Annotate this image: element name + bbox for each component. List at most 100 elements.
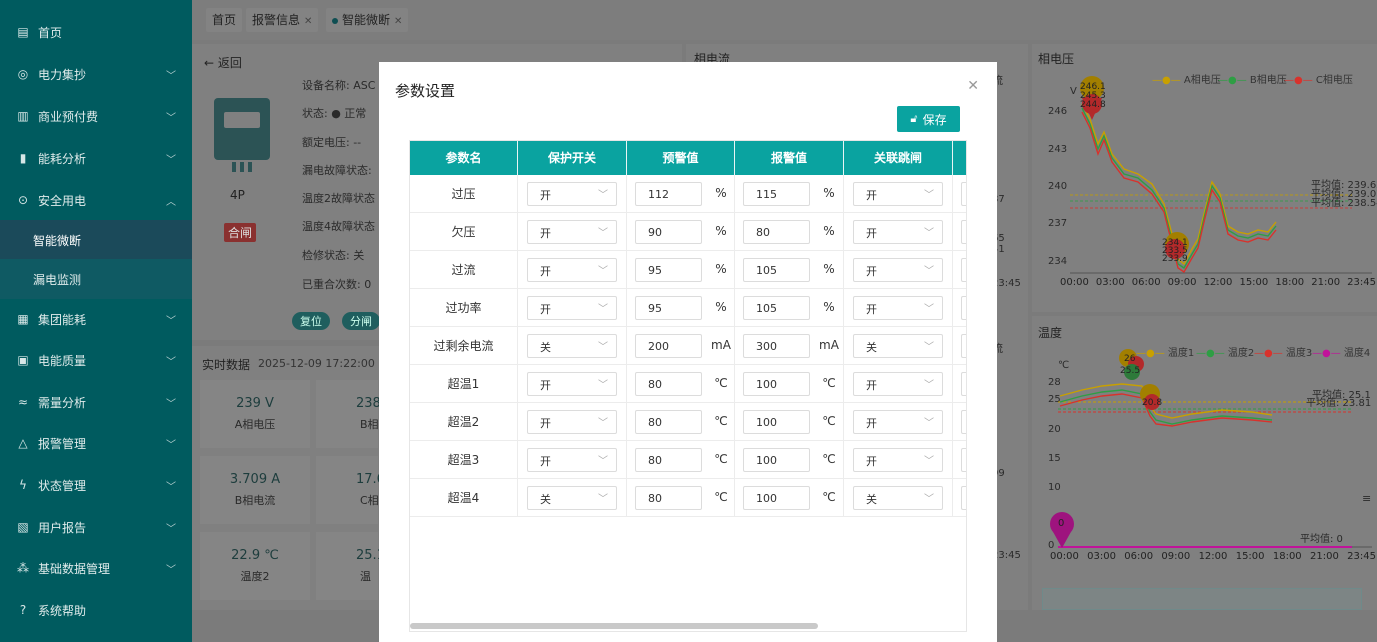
warn-value-input[interactable]: 200: [635, 334, 702, 358]
alarm-unit: mA: [819, 338, 839, 352]
linked-trip-select[interactable]: 开 ﹀: [853, 182, 943, 206]
sidebar-subitem-leakage[interactable]: 漏电监测: [0, 259, 192, 299]
horizontal-scrollbar[interactable]: [410, 623, 818, 629]
protect-switch-select[interactable]: 开 ﹀: [527, 182, 617, 206]
sidebar-item-home[interactable]: ▤ 首页: [0, 12, 192, 52]
sidebar-item-help[interactable]: ? 系统帮助: [0, 590, 192, 630]
alarm-value-input[interactable]: 105: [743, 296, 810, 320]
sidebar-item-label: 安全用电: [38, 193, 87, 208]
card-c-current: 17.6 C相: [316, 456, 385, 524]
screen-icon: ▣: [17, 353, 29, 367]
linked-trip-select[interactable]: 关 ﹀: [853, 334, 943, 358]
warn-value-input[interactable]: 80: [635, 486, 702, 510]
back-link[interactable]: ← 返回: [204, 54, 242, 71]
menu-icon[interactable]: ≡: [1362, 492, 1371, 505]
cut-off-column-control[interactable]: [961, 220, 966, 244]
warn-value-input[interactable]: 80: [635, 372, 702, 396]
linked-trip-select[interactable]: 开 ﹀: [853, 372, 943, 396]
sidebar-item-group-energy[interactable]: ▦ 集团能耗 ﹀: [0, 299, 192, 339]
close-icon[interactable]: ✕: [394, 16, 402, 27]
warn-value-input[interactable]: 90: [635, 220, 702, 244]
sidebar-item-status[interactable]: ϟ 状态管理 ﹀: [0, 465, 192, 505]
param-table: 参数名 保护开关 预警值 报警值 关联跳闸 过压开 ﹀ 112% 115% 开 ﹀ 欠压开 ﹀…: [409, 140, 967, 632]
warn-value-input[interactable]: 80: [635, 448, 702, 472]
warn-unit: %: [715, 224, 727, 238]
cut-off-column-control[interactable]: [961, 448, 966, 472]
sidebar-item-alarm[interactable]: △ 报警管理 ﹀: [0, 423, 192, 463]
help-icon: ?: [19, 603, 27, 617]
sidebar-item-prepaid[interactable]: ▥ 商业预付费 ﹀: [0, 96, 192, 136]
cut-off-column-control[interactable]: [961, 334, 966, 358]
protect-switch-select[interactable]: 关 ﹀: [527, 334, 617, 358]
tab-alarm-info[interactable]: 报警信息 ✕: [246, 8, 319, 32]
bolt-icon: ϟ: [19, 478, 27, 492]
protect-switch-select[interactable]: 开 ﹀: [527, 296, 617, 320]
alarm-value-input[interactable]: 100: [743, 372, 810, 396]
realtime-title: 实时数据: [202, 358, 251, 372]
close-icon[interactable]: ✕: [304, 16, 312, 27]
table-row: 过流 开 ﹀ 95% 105% 开 ﹀: [410, 251, 966, 289]
linked-trip-select[interactable]: 开 ﹀: [853, 448, 943, 472]
warn-value-input[interactable]: 95: [635, 296, 702, 320]
linked-trip-select[interactable]: 开 ﹀: [853, 296, 943, 320]
leak-fault: 漏电故障状态:: [302, 164, 372, 177]
sidebar-item-base-data[interactable]: ⁂ 基础数据管理 ﹀: [0, 548, 192, 588]
voltage-x-axis: 00:00 03:00 06:00 09:00 12:00 15:00 18:00 21:00…: [1060, 277, 1376, 288]
linked-trip-select[interactable]: 开 ﹀: [853, 410, 943, 434]
warn-value-input[interactable]: 95: [635, 258, 702, 282]
param-name: 过剩余电流: [433, 339, 494, 353]
chevron-down-icon: ﹀: [166, 356, 176, 368]
reset-button[interactable]: 复位: [292, 312, 330, 330]
chevron-up-icon: ︿: [166, 196, 176, 208]
protect-switch-select[interactable]: 开 ﹀: [527, 220, 617, 244]
protect-switch-select[interactable]: 关 ﹀: [527, 486, 617, 510]
cut-off-column-control[interactable]: [961, 372, 966, 396]
alarm-value-input[interactable]: 105: [743, 258, 810, 282]
tab-home[interactable]: 首页: [206, 8, 243, 32]
cut-off-column-control[interactable]: [961, 182, 966, 206]
alarm-icon: △: [18, 436, 28, 450]
sidebar-item-user-report[interactable]: ▧ 用户报告 ﹀: [0, 507, 192, 547]
maintenance-status: 检修状态: 关: [302, 249, 365, 262]
warn-value-input[interactable]: 80: [635, 410, 702, 434]
sidebar-item-energy-analysis[interactable]: ▮ 能耗分析 ﹀: [0, 138, 192, 178]
sidebar-item-demand[interactable]: ≈ 需量分析 ﹀: [0, 382, 192, 422]
zoom-slider[interactable]: [1042, 588, 1362, 610]
sidebar-item-safety[interactable]: ⊙ 安全用电 ︿: [0, 180, 192, 220]
protect-switch-select[interactable]: 开 ﹀: [527, 410, 617, 434]
table-row: 超温4 关 ﹀ 80 ℃ 100 ℃ 关 ﹀: [410, 479, 966, 517]
protect-switch-select[interactable]: 开 ﹀: [527, 372, 617, 396]
alarm-value-input[interactable]: 80: [743, 220, 810, 244]
param-settings-dialog: 参数设置 ✕ 🔓︎ 保存 参数名 保护开关 预警值 报警值 关联跳闸 过压开 ﹀ 11…: [379, 62, 997, 642]
linked-trip-select[interactable]: 开 ﹀: [853, 258, 943, 282]
warn-value-input[interactable]: 112: [635, 182, 702, 206]
alarm-value-input[interactable]: 100: [743, 410, 810, 434]
linked-trip-select[interactable]: 开 ﹀: [853, 220, 943, 244]
open-button[interactable]: 分闸: [342, 312, 380, 330]
sidebar-subitem-smart-breaker[interactable]: 智能微断: [0, 220, 192, 260]
sidebar-item-power-reading[interactable]: ◎ 电力集抄 ﹀: [0, 54, 192, 94]
cut-off-column-control[interactable]: [961, 486, 966, 510]
tab-smart-breaker[interactable]: 智能微断 ✕: [326, 8, 409, 32]
cut-off-column-control[interactable]: [961, 258, 966, 282]
param-name: 过压: [451, 187, 476, 201]
chevron-down-icon: ﹀: [166, 398, 176, 410]
linked-trip-select[interactable]: 关 ﹀: [853, 486, 943, 510]
alarm-value-input[interactable]: 100: [743, 486, 810, 510]
param-name: 过流: [451, 263, 476, 277]
cut-off-column-control[interactable]: [961, 410, 966, 434]
alarm-value-input[interactable]: 100: [743, 448, 810, 472]
table-row: 超温1 开 ﹀ 80 ℃ 100 ℃ 开 ﹀: [410, 365, 966, 403]
chevron-down-icon: ﹀: [166, 70, 176, 82]
alarm-value-input[interactable]: 115: [743, 182, 810, 206]
sidebar-item-power-quality[interactable]: ▣ 电能质量 ﹀: [0, 340, 192, 380]
poles-label: 4P: [230, 188, 245, 202]
cut-off-column-control[interactable]: [961, 296, 966, 320]
close-icon[interactable]: ✕: [967, 78, 979, 94]
alarm-value-input[interactable]: 300: [743, 334, 810, 358]
sidebar-item-label: 系统帮助: [38, 603, 87, 618]
protect-switch-select[interactable]: 开 ﹀: [527, 448, 617, 472]
save-button[interactable]: 🔓︎ 保存: [897, 106, 960, 132]
protect-switch-select[interactable]: 开 ﹀: [527, 258, 617, 282]
chevron-down-icon: ﹀: [598, 418, 608, 429]
